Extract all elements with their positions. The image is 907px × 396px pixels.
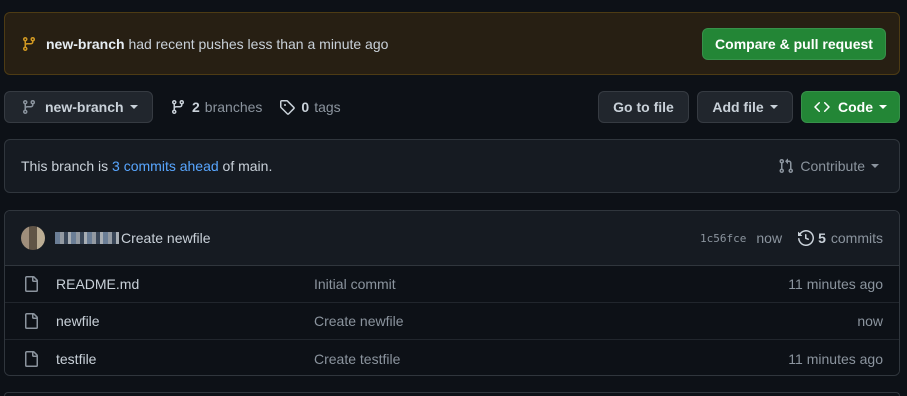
tags-label: tags <box>314 99 341 115</box>
file-age: 11 minutes ago <box>788 276 883 292</box>
recent-push-banner: new-branch had recent pushes less than a… <box>4 12 900 75</box>
file-icon <box>23 276 39 292</box>
code-label: Code <box>838 99 873 115</box>
git-branch-icon <box>21 36 37 52</box>
branches-link[interactable]: 2 branches <box>170 99 262 115</box>
branches-count: 2 <box>192 99 200 115</box>
caret-down-icon <box>879 105 887 109</box>
file-commit-message[interactable]: Initial commit <box>314 276 788 292</box>
file-commit-message[interactable]: Create newfile <box>314 313 857 329</box>
tag-icon <box>279 99 296 115</box>
tags-link[interactable]: 0 tags <box>279 99 341 115</box>
compare-pull-request-button[interactable]: Compare & pull request <box>702 27 886 60</box>
author-name-redacted[interactable] <box>55 232 119 244</box>
code-icon <box>814 99 830 115</box>
contribute-dropdown[interactable]: Contribute <box>778 158 879 174</box>
branch-status-prefix: This branch is <box>21 158 109 174</box>
commits-history-link[interactable]: 5 commits <box>798 230 883 246</box>
branches-label: branches <box>204 99 263 115</box>
latest-commit-row: Create newfile 1c56fce now 5 commits <box>5 211 899 266</box>
latest-commit-message[interactable]: Create newfile <box>121 230 700 246</box>
file-row[interactable]: README.md Initial commit 11 minutes ago <box>5 266 899 303</box>
file-name[interactable]: testfile <box>56 351 314 367</box>
file-commit-message[interactable]: Create testfile <box>314 351 788 367</box>
caret-down-icon <box>129 105 138 109</box>
banner-message: new-branch had recent pushes less than a… <box>46 36 702 52</box>
caret-down-icon <box>871 164 879 168</box>
banner-branch-name[interactable]: new-branch <box>46 36 125 52</box>
branch-select-label: new-branch <box>45 99 124 115</box>
add-file-button[interactable]: Add file <box>697 91 793 123</box>
next-panel-edge <box>4 392 900 396</box>
repo-toolbar: new-branch 2 branches 0 tags Go to file … <box>4 91 900 123</box>
branch-status-box: This branch is 3 commits ahead of main. … <box>4 139 900 193</box>
file-age: now <box>857 313 883 329</box>
file-icon <box>23 350 39 367</box>
banner-text: had recent pushes less than a minute ago <box>128 35 389 52</box>
git-branch-icon <box>170 99 186 115</box>
file-name[interactable]: README.md <box>56 276 314 292</box>
branch-status-text: This branch is 3 commits ahead of main. <box>21 158 778 174</box>
code-button[interactable]: Code <box>801 91 900 123</box>
commits-count: 5 <box>818 230 826 246</box>
tags-count: 0 <box>301 99 310 115</box>
branch-select-button[interactable]: new-branch <box>4 91 153 123</box>
add-file-label: Add file <box>712 99 764 115</box>
commit-time: now <box>756 230 783 246</box>
contribute-label: Contribute <box>800 158 865 174</box>
git-branch-icon <box>21 99 37 115</box>
avatar[interactable] <box>21 226 45 250</box>
commit-sha[interactable]: 1c56fce <box>700 232 746 245</box>
pull-request-icon <box>778 158 794 174</box>
file-row[interactable]: newfile Create newfile now <box>5 303 899 340</box>
go-to-file-button[interactable]: Go to file <box>598 91 689 123</box>
history-icon <box>798 230 815 246</box>
file-name[interactable]: newfile <box>56 313 314 329</box>
file-browser: Create newfile 1c56fce now 5 commits REA… <box>4 210 900 376</box>
file-icon <box>23 313 39 329</box>
commits-label: commits <box>830 230 883 246</box>
file-row[interactable]: testfile Create testfile 11 minutes ago <box>5 340 899 375</box>
commits-ahead-link[interactable]: 3 commits ahead <box>112 158 219 174</box>
branch-status-suffix: of main. <box>222 158 273 174</box>
file-age: 11 minutes ago <box>788 350 883 367</box>
caret-down-icon <box>769 105 778 109</box>
